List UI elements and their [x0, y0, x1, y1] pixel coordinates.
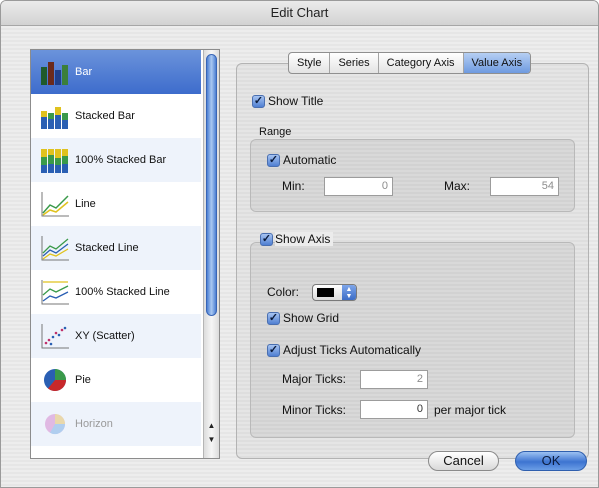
- minor-ticks-label: Minor Ticks:: [282, 403, 347, 417]
- chart-type-list-scrollbar[interactable]: ▲ ▼: [203, 50, 219, 458]
- chart-type-item-100-stacked-bar[interactable]: 100% Stacked Bar: [31, 138, 201, 182]
- chart-type-item-line[interactable]: Line: [31, 182, 201, 226]
- cancel-button[interactable]: Cancel: [428, 451, 499, 471]
- max-field[interactable]: 54: [490, 177, 559, 196]
- horizon-chart-icon: [39, 409, 71, 439]
- adjust-ticks-checkbox[interactable]: ✓: [267, 344, 280, 357]
- tab-style[interactable]: Style: [289, 53, 329, 73]
- show-axis-label: Show Axis: [275, 232, 334, 246]
- show-grid-checkbox[interactable]: ✓: [267, 312, 280, 325]
- range-label: Range: [259, 126, 292, 138]
- chart-type-item-pie[interactable]: Pie: [31, 358, 201, 402]
- chart-type-item-stacked-bar[interactable]: Stacked Bar: [31, 94, 201, 138]
- min-label: Min:: [282, 179, 305, 193]
- percent-stacked-line-chart-icon: [39, 277, 71, 307]
- chart-type-item-stacked-line[interactable]: Stacked Line: [31, 226, 201, 270]
- checkmark-icon: ✓: [268, 344, 279, 356]
- popup-arrows-icon: ▲ ▼: [342, 285, 356, 300]
- per-major-tick-label: per major tick: [434, 403, 507, 417]
- bar-chart-icon: [39, 57, 71, 87]
- adjust-ticks-label: Adjust Ticks Automatically: [283, 343, 422, 357]
- max-label: Max:: [444, 179, 471, 193]
- percent-stacked-bar-chart-icon: [39, 145, 71, 175]
- axis-color-popup[interactable]: ▲ ▼: [312, 284, 357, 301]
- chart-type-item-horizon: Horizon: [31, 402, 201, 446]
- color-swatch: [317, 288, 334, 297]
- checkmark-icon: ✓: [253, 95, 264, 107]
- scroll-up-arrow-icon[interactable]: ▲: [204, 420, 219, 432]
- chart-type-label: Pie: [75, 374, 91, 386]
- chart-type-label: Stacked Line: [75, 242, 139, 254]
- scatter-chart-icon: [39, 321, 71, 351]
- tab-bar: Style Series Category Axis Value Axis: [288, 52, 532, 74]
- chart-type-item-xy-scatter[interactable]: XY (Scatter): [31, 314, 201, 358]
- tab-category-axis[interactable]: Category Axis: [377, 53, 463, 73]
- major-ticks-label: Major Ticks:: [282, 372, 347, 386]
- tab-value-axis[interactable]: Value Axis: [462, 53, 531, 73]
- dialog-content: Bar Stacked Bar 100% Stacked Bar Line St…: [1, 26, 598, 487]
- automatic-label: Automatic: [283, 153, 337, 167]
- show-title-checkbox[interactable]: ✓: [252, 95, 265, 108]
- chart-type-item-bar[interactable]: Bar: [31, 50, 201, 94]
- pie-chart-icon: [39, 365, 71, 395]
- stacked-bar-chart-icon: [39, 101, 71, 131]
- stacked-line-chart-icon: [39, 233, 71, 263]
- checkmark-icon: ✓: [268, 154, 279, 166]
- automatic-checkbox[interactable]: ✓: [267, 154, 280, 167]
- chart-type-label: 100% Stacked Line: [75, 286, 170, 298]
- checkmark-icon: ✓: [268, 312, 279, 324]
- chart-type-label: XY (Scatter): [75, 330, 135, 342]
- chart-type-label: 100% Stacked Bar: [75, 154, 167, 166]
- chart-type-list[interactable]: Bar Stacked Bar 100% Stacked Bar Line St…: [30, 49, 220, 459]
- range-group: [250, 139, 575, 212]
- edit-chart-window: Edit Chart Bar Stacked Bar 100% Stacked: [0, 0, 599, 488]
- window-title: Edit Chart: [1, 1, 598, 26]
- min-field[interactable]: 0: [324, 177, 393, 196]
- line-chart-icon: [39, 189, 71, 219]
- show-title-label: Show Title: [268, 94, 324, 108]
- color-label: Color:: [267, 285, 300, 299]
- chart-type-item-100-stacked-line[interactable]: 100% Stacked Line: [31, 270, 201, 314]
- chart-type-label: Bar: [75, 66, 93, 78]
- checkmark-icon: ✓: [261, 233, 272, 245]
- scrollbar-thumb[interactable]: [206, 54, 217, 316]
- chart-type-label: Stacked Bar: [75, 110, 135, 122]
- minor-ticks-field[interactable]: 0: [360, 400, 428, 419]
- major-ticks-field[interactable]: 2: [360, 370, 428, 389]
- chart-type-label: Horizon: [75, 418, 113, 430]
- scroll-down-arrow-icon[interactable]: ▼: [204, 434, 219, 446]
- ok-button[interactable]: OK: [515, 451, 587, 471]
- show-grid-label: Show Grid: [283, 311, 340, 325]
- chart-type-label: Line: [75, 198, 96, 210]
- show-axis-checkbox[interactable]: ✓: [260, 233, 273, 246]
- tab-series[interactable]: Series: [329, 53, 377, 73]
